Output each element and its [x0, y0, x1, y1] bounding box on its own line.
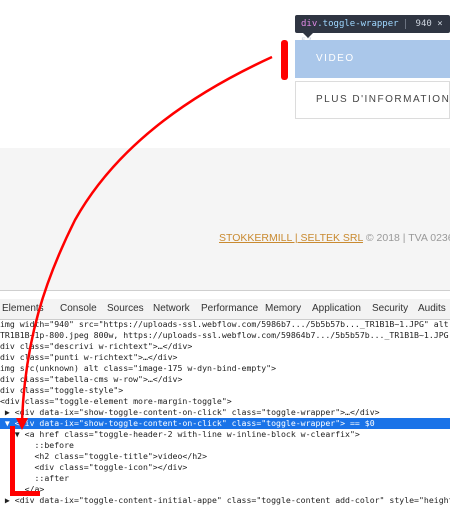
dom-line[interactable]: ▼ <a href class="toggle-header-2 with-li…: [0, 429, 450, 440]
video-toggle-button[interactable]: VIDEO: [295, 40, 450, 78]
dom-line[interactable]: div class="punti w-richtext">…</div>: [0, 352, 450, 363]
footer-brand-link[interactable]: STOKKERMILL | SELTEK SRL: [219, 232, 363, 244]
devtools-tabs: Elements Console Sources Network Perform…: [0, 299, 450, 320]
footer-copyright: © 2018 | TVA 0236063: [365, 232, 450, 244]
devtools-panel: Elements Console Sources Network Perform…: [0, 290, 450, 505]
tab-security[interactable]: Security: [372, 299, 408, 319]
dom-line[interactable]: TR1B1B~1p-800.jpeg 800w, https://uploads…: [0, 330, 450, 341]
dom-line[interactable]: img width="940" src="https://uploads-ssl…: [0, 319, 450, 330]
more-info-toggle-button[interactable]: PLUS D'INFORMATIONS...: [295, 81, 450, 119]
webpage-viewport: div.toggle-wrapper940 × 57 VIDEO PLUS D'…: [0, 0, 450, 290]
footer-band: [0, 148, 450, 290]
tab-sources[interactable]: Sources: [107, 299, 144, 319]
dom-line-selected[interactable]: ▼ <div data-ix="show-toggle-content-on-c…: [0, 418, 450, 429]
annotation-bar: [281, 40, 288, 80]
dom-line[interactable]: ▶ <div data-ix="show-toggle-content-on-c…: [0, 407, 450, 418]
tooltip-separator: [404, 18, 406, 29]
tab-console[interactable]: Console: [60, 299, 97, 319]
dom-line[interactable]: div class="descrivi w-richtext">…</div>: [0, 341, 450, 352]
dom-line[interactable]: ::after: [0, 473, 450, 484]
tooltip-class: .toggle-wrapper: [317, 19, 399, 29]
dom-line[interactable]: ▶ <div data-ix="toggle-content-initial-a…: [0, 495, 450, 506]
tab-application[interactable]: Application: [312, 299, 361, 319]
tooltip-tag: div: [301, 19, 318, 29]
dom-tree: img width="940" src="https://uploads-ssl…: [0, 319, 450, 505]
footer-text: STOKKERMILL | SELTEK SRL © 2018 | TVA 02…: [219, 232, 450, 244]
dom-line[interactable]: </a>: [0, 484, 450, 495]
dom-line[interactable]: <h2 class="toggle-title">video</h2>: [0, 451, 450, 462]
dom-line[interactable]: <div class="toggle-icon"></div>: [0, 462, 450, 473]
element-inspector-tooltip: div.toggle-wrapper940 × 57: [295, 15, 450, 47]
dom-line[interactable]: <div class="toggle-element more-margin-t…: [0, 396, 450, 407]
tab-elements[interactable]: Elements: [2, 299, 44, 319]
tooltip-arrow: [303, 33, 313, 38]
annotation-bracket-bottom: [10, 491, 40, 496]
annotation-bracket-vertical: [10, 426, 15, 496]
tab-performance[interactable]: Performance: [201, 299, 258, 319]
dom-line[interactable]: img src(unknown) alt class="image-175 w-…: [0, 363, 450, 374]
tab-audits[interactable]: Audits: [418, 299, 446, 319]
tab-memory[interactable]: Memory: [265, 299, 301, 319]
dom-line[interactable]: div class="tabella-cms w-row">…</div>: [0, 374, 450, 385]
dom-line[interactable]: ::before: [0, 440, 450, 451]
tab-network[interactable]: Network: [153, 299, 190, 319]
dom-line[interactable]: div class="toggle-style">: [0, 385, 450, 396]
